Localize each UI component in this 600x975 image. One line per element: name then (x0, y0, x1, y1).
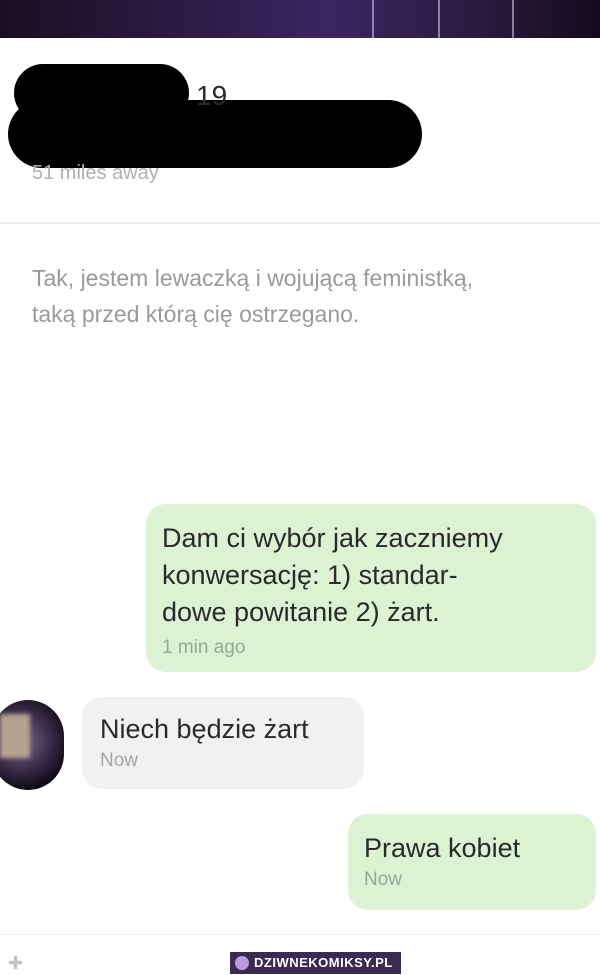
message-timestamp: Now (364, 869, 403, 890)
watermark-text: DZIWNEKOMIKSY.PL (254, 955, 393, 970)
profile-distance: 51 miles away (32, 162, 159, 184)
watermark: DZIWNEKOMIKSY.PL (230, 952, 401, 974)
message-bubble-outgoing[interactable]: Dam ci wybór jak zaczniemy konwersację: … (146, 504, 596, 672)
message-text: Niech będzie żart (100, 714, 309, 744)
sender-avatar[interactable] (0, 700, 64, 790)
bio-line: taką przed którą cię ostrzegano. (32, 301, 360, 327)
message-bubble-outgoing[interactable]: Prawa kobiet Now (348, 814, 596, 910)
photo-detail (372, 0, 374, 38)
divider (0, 222, 600, 224)
photo-detail (438, 0, 440, 38)
message-text: Dam ci wybór jak zaczniemy konwersację: … (162, 523, 503, 627)
watermark-logo-icon (235, 956, 249, 970)
message-timestamp: Now (100, 750, 139, 771)
profile-age: 19 (196, 80, 228, 111)
profile-bio: Tak, jestem lewaczką i wojującą feminist… (32, 260, 592, 332)
photo-detail (512, 0, 514, 38)
attachment-icon[interactable]: ✚ (8, 953, 26, 973)
avatar-face (0, 714, 30, 758)
profile-photo-strip[interactable] (0, 0, 600, 38)
message-timestamp: 1 min ago (162, 637, 246, 658)
bio-line: Tak, jestem lewaczką i wojującą feminist… (32, 265, 473, 291)
message-bubble-incoming[interactable]: Niech będzie żart Now (82, 697, 364, 789)
message-text: Prawa kobiet (364, 833, 521, 863)
